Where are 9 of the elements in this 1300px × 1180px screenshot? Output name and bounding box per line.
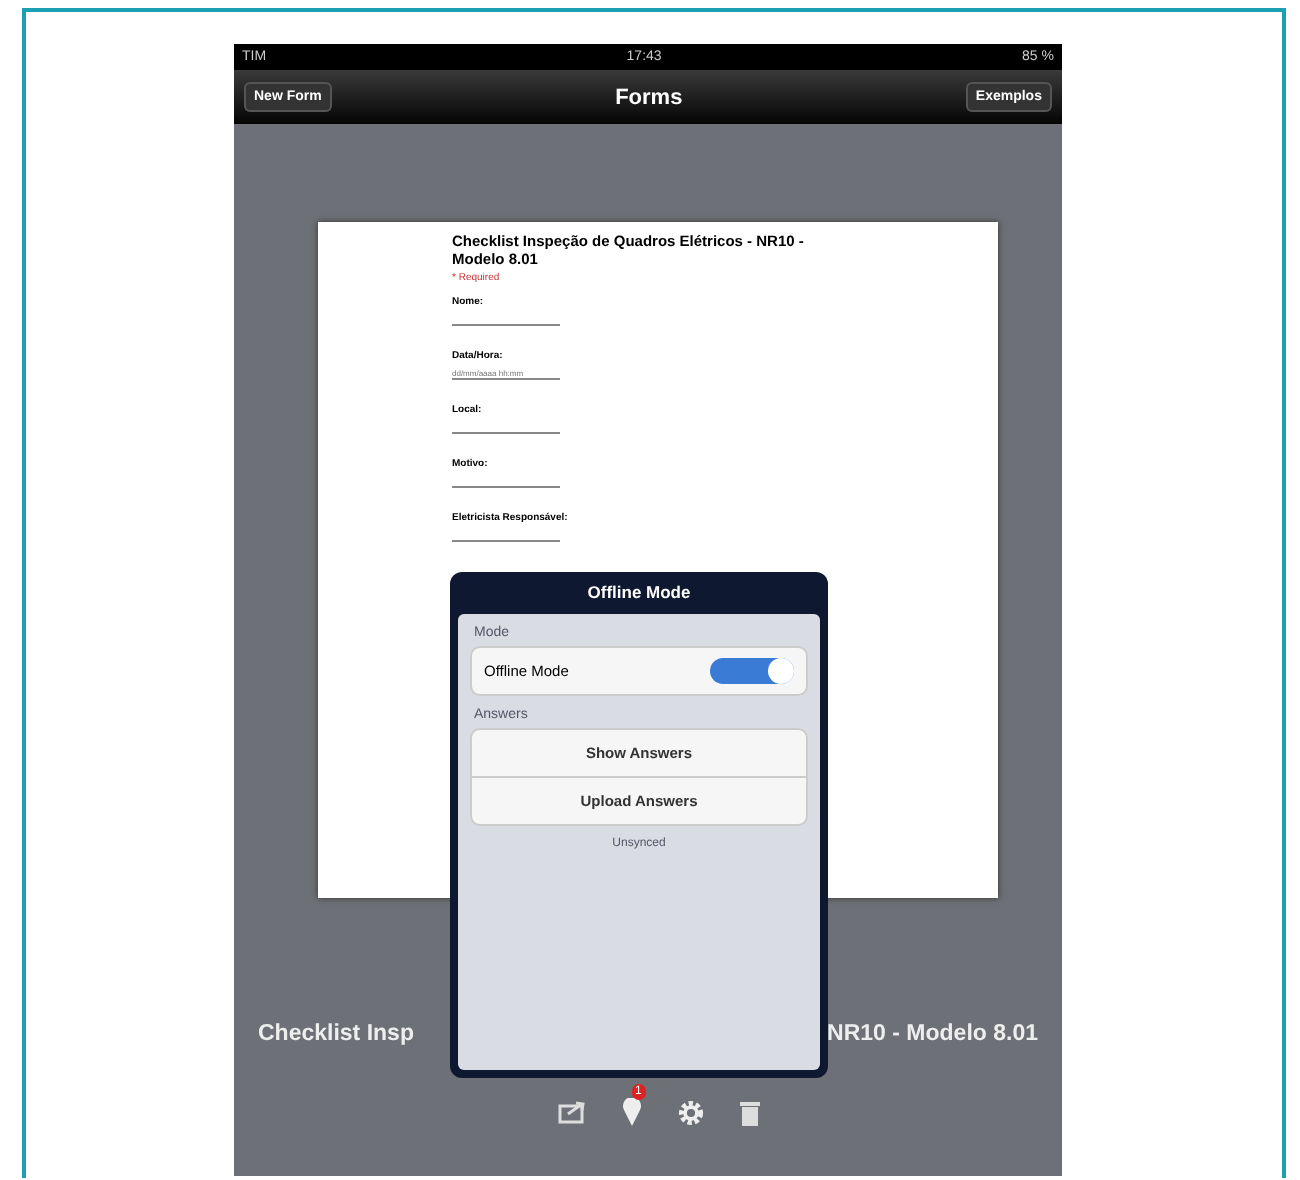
trash-icon[interactable] — [739, 1099, 759, 1125]
popover-title: Offline Mode — [585, 580, 693, 606]
pin-icon[interactable] — [621, 1098, 641, 1126]
nav-title: Forms — [615, 85, 683, 109]
share-icon[interactable] — [557, 1100, 585, 1124]
form-caption: NR10 - Modelo 8.01 — [827, 1022, 1038, 1046]
offline-mode-switch[interactable] — [710, 658, 794, 684]
settings-icon[interactable] — [677, 1099, 703, 1125]
form-caption: Checklist Insp — [258, 1022, 414, 1046]
